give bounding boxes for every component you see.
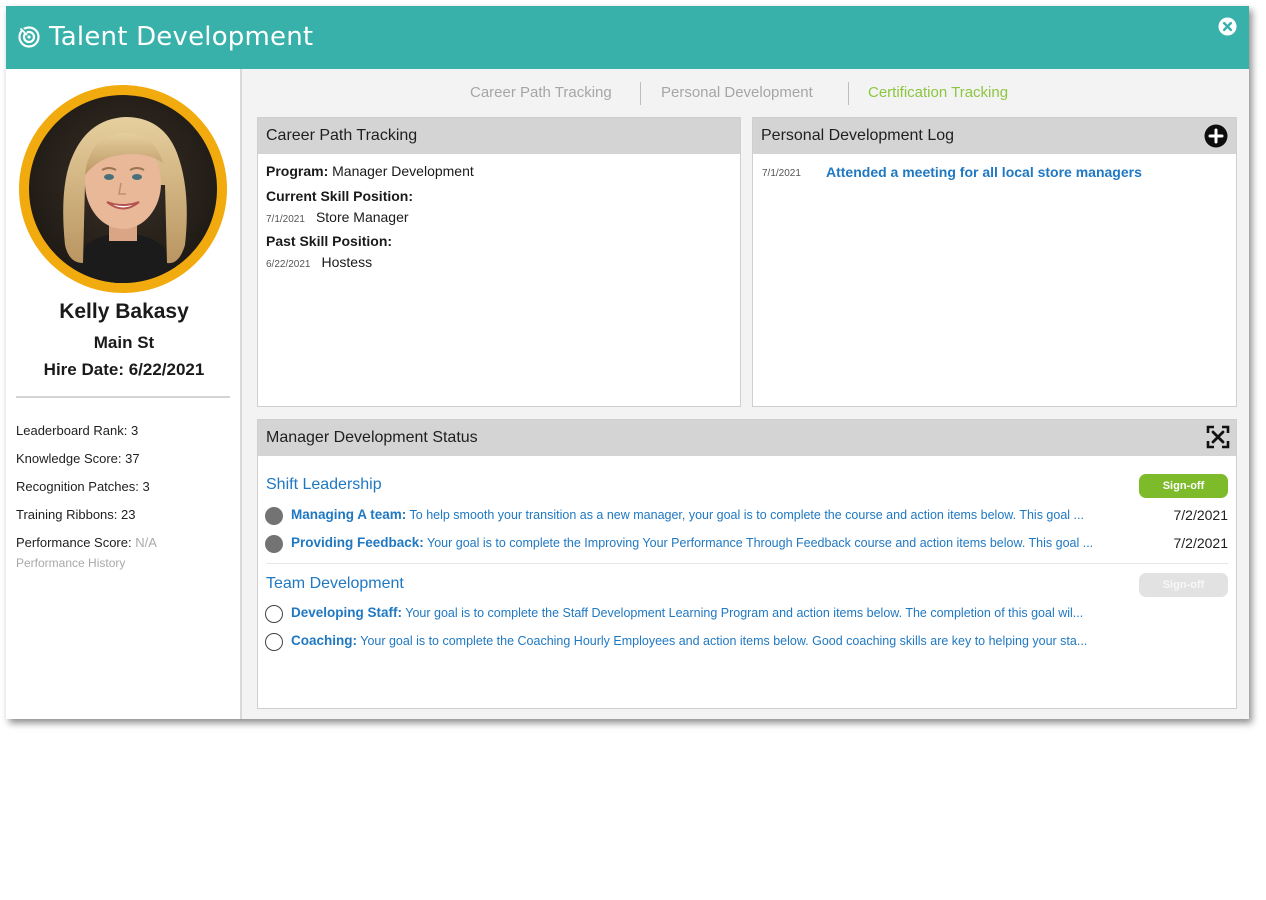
title-bar: Talent Development xyxy=(6,6,1249,69)
plus-circle-icon[interactable] xyxy=(1204,124,1228,148)
tab-bar: Career Path Tracking Personal Developmen… xyxy=(244,69,1249,117)
goal-row: Developing Staff: Your goal is to comple… xyxy=(265,603,1228,625)
current-skill-label: Current Skill Position: xyxy=(266,188,414,204)
development-log-body: 7/1/2021 Attended a meeting for all loca… xyxy=(753,154,1236,406)
past-skill-label: Past Skill Position: xyxy=(266,233,393,249)
goal-description[interactable]: Managing A team: To help smooth your tra… xyxy=(291,507,1139,522)
section-divider xyxy=(266,563,1228,564)
log-entry-date: 7/1/2021 xyxy=(762,168,801,179)
goal-status-filled[interactable] xyxy=(265,535,283,553)
tab-separator xyxy=(640,82,641,105)
development-log-panel: Personal Development Log 7/1/2021 Attend… xyxy=(752,117,1237,407)
profile-sidebar: Kelly Bakasy Main St Hire Date: 6/22/202… xyxy=(6,69,242,719)
program-line: Program: Manager Development xyxy=(266,163,474,179)
career-path-body: Program: Manager Development Current Ski… xyxy=(258,154,740,406)
employee-hire-date: Hire Date: 6/22/2021 xyxy=(43,360,205,379)
section-title-team-development[interactable]: Team Development xyxy=(266,575,404,593)
goal-status-empty[interactable] xyxy=(265,633,283,651)
portrait-image xyxy=(29,95,217,283)
profile-photo xyxy=(29,95,217,283)
stat-knowledge-score: Knowledge Score: 37 xyxy=(16,451,140,466)
goal-row: Providing Feedback: Your goal is to comp… xyxy=(265,533,1228,555)
goal-status-filled[interactable] xyxy=(265,507,283,525)
tab-separator xyxy=(848,82,849,105)
target-icon xyxy=(18,26,40,48)
profile-divider xyxy=(16,396,230,398)
past-skill-line: 6/22/2021 Hostess xyxy=(266,254,373,270)
goal-description[interactable]: Coaching: Your goal is to complete the C… xyxy=(291,633,1139,648)
performance-history-link[interactable]: Performance History xyxy=(16,556,125,570)
avatar xyxy=(19,85,227,293)
tab-career-path-tracking[interactable]: Career Path Tracking xyxy=(470,84,612,101)
stat-leaderboard-rank: Leaderboard Rank: 3 xyxy=(16,423,139,438)
development-status-body: Shift Leadership Sign-off Managing A tea… xyxy=(258,456,1236,708)
goal-description[interactable]: Developing Staff: Your goal is to comple… xyxy=(291,605,1139,620)
goal-description[interactable]: Providing Feedback: Your goal is to comp… xyxy=(291,535,1139,550)
tab-certification-tracking[interactable]: Certification Tracking xyxy=(868,84,1008,101)
development-status-panel: Manager Development Status Shift Leaders… xyxy=(257,419,1237,709)
stat-performance-score: Performance Score: N/A xyxy=(16,535,157,550)
stat-recognition-patches: Recognition Patches: 3 xyxy=(16,479,150,494)
close-icon[interactable] xyxy=(1218,17,1237,36)
employee-store: Main St xyxy=(93,333,155,352)
tab-personal-development[interactable]: Personal Development xyxy=(661,84,813,101)
development-log-header: Personal Development Log xyxy=(753,118,1236,154)
goal-status-empty[interactable] xyxy=(265,605,283,623)
window-title: Talent Development xyxy=(49,22,314,52)
career-path-panel: Career Path Tracking Program: Manager De… xyxy=(257,117,741,407)
goal-row: Managing A team: To help smooth your tra… xyxy=(265,505,1228,527)
team-development-signoff-button[interactable]: Sign-off xyxy=(1139,573,1228,597)
development-status-header: Manager Development Status xyxy=(258,420,1236,456)
shift-leadership-signoff-button[interactable]: Sign-off xyxy=(1139,474,1228,498)
goal-row: Coaching: Your goal is to complete the C… xyxy=(265,631,1228,653)
section-title-shift-leadership[interactable]: Shift Leadership xyxy=(266,476,382,494)
log-entry-text[interactable]: Attended a meeting for all local store m… xyxy=(826,164,1142,180)
stat-training-ribbons: Training Ribbons: 23 xyxy=(16,507,136,522)
talent-development-window: Talent Development Kelly Bakasy Main St … xyxy=(6,6,1249,719)
expand-icon[interactable] xyxy=(1206,425,1230,449)
current-skill-line: 7/1/2021 Store Manager xyxy=(266,209,409,225)
goal-date: 7/2/2021 xyxy=(1173,535,1229,551)
goal-date: 7/2/2021 xyxy=(1173,507,1229,523)
employee-name: Kelly Bakasy xyxy=(59,300,189,323)
career-path-header: Career Path Tracking xyxy=(258,118,740,154)
